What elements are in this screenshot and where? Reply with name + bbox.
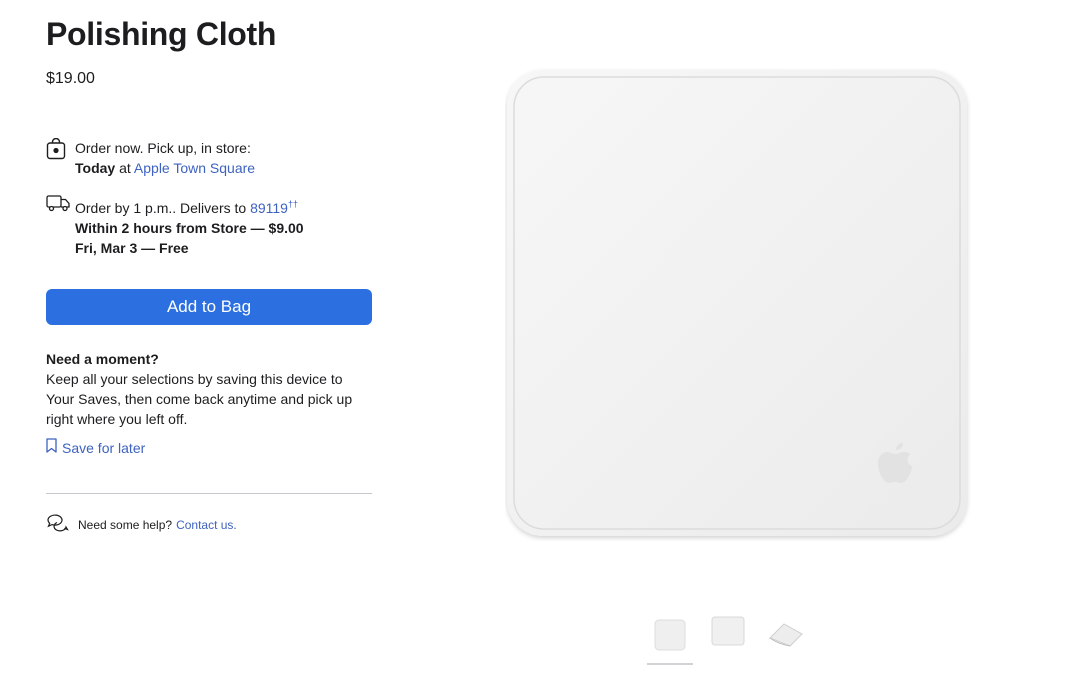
pickup-info: Order now. Pick up, in store: Today at A… <box>46 137 255 178</box>
need-moment-body: Keep all your selections by saving this … <box>46 371 353 427</box>
footnote-marker: †† <box>287 199 298 209</box>
save-for-later-section: Need a moment? Keep all your selections … <box>46 349 372 458</box>
delivery-truck-icon <box>46 194 70 217</box>
store-bag-icon <box>46 137 70 165</box>
save-for-later-label: Save for later <box>62 440 146 456</box>
help-text: Need some help? <box>78 517 173 532</box>
add-to-bag-button[interactable]: Add to Bag <box>46 289 372 325</box>
delivery-option-1: Within 2 hours from Store — $9.00 <box>75 220 304 236</box>
help-section: Need some help? Contact us. <box>46 513 237 536</box>
pickup-line1: Order now. Pick up, in store: <box>75 140 251 156</box>
product-image <box>505 68 971 541</box>
thumbnail-cloth-folded[interactable] <box>763 612 809 658</box>
need-moment-heading: Need a moment? <box>46 351 159 367</box>
selected-thumbnail-indicator <box>647 663 693 665</box>
delivery-line1: Order by 1 p.m.. Delivers to <box>75 200 247 216</box>
contact-us-link[interactable]: Contact us. <box>176 518 237 532</box>
zip-code-link[interactable]: 89119†† <box>250 199 298 216</box>
chat-bubbles-icon <box>46 513 78 536</box>
thumbnail-gallery <box>647 612 821 658</box>
thumbnail-cloth-front[interactable] <box>647 612 693 658</box>
delivery-option-2: Fri, Mar 3 — Free <box>75 240 189 256</box>
delivery-info: Order by 1 p.m.. Delivers to 89119†† Wit… <box>46 194 304 258</box>
product-title: Polishing Cloth <box>46 16 277 52</box>
product-price: $19.00 <box>46 70 95 87</box>
bookmark-icon <box>46 438 62 458</box>
pickup-at: at <box>119 160 131 176</box>
save-for-later-link[interactable]: Save for later <box>46 438 372 458</box>
store-link[interactable]: Apple Town Square <box>134 160 255 176</box>
pickup-day: Today <box>75 160 116 176</box>
divider <box>46 493 372 494</box>
thumbnail-cloth-flat[interactable] <box>705 608 751 654</box>
